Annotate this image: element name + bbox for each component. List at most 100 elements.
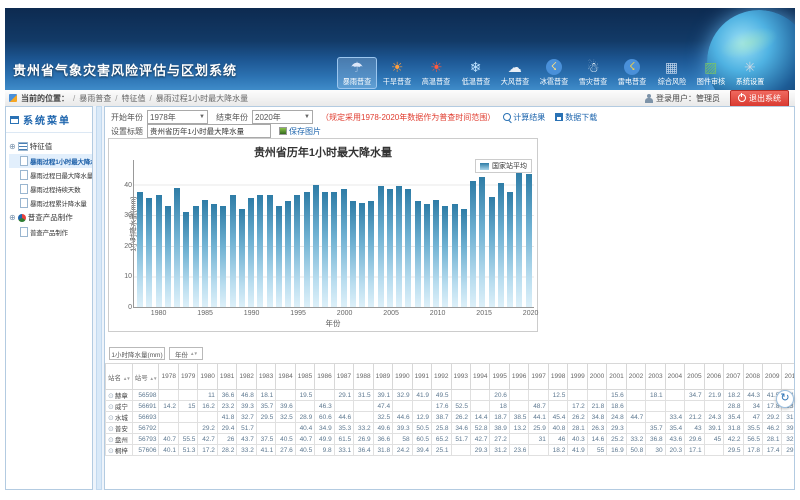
sidebar-item-label: 普查产品制作 [30,227,68,237]
calculate-label: 计算结果 [513,112,545,123]
toolbar-item-系统设置[interactable]: ✳系统设置 [731,57,769,89]
header-station-name[interactable]: 站名 ▲▼ [106,364,133,390]
header-year-1982[interactable]: 1982 [237,364,256,390]
value-cell-威宁-1988 [354,401,373,412]
save-image-button[interactable]: 保存图片 [279,126,321,137]
bar-1999 [331,192,337,307]
header-year-2010[interactable]: 2010 [782,364,795,390]
toolbar-item-综合风险[interactable]: ▦综合风险 [653,57,691,89]
header-year-2008[interactable]: 2008 [743,364,762,390]
sidebar-item-普查产品制作[interactable]: 普查产品制作 [9,225,92,239]
value-cell-水城-1987: 44.6 [334,412,353,423]
data-download-button[interactable]: 数据下载 [555,112,597,123]
sidebar-collapse-handle[interactable] [96,106,102,490]
header-year-2009[interactable]: 2009 [763,364,782,390]
header-year-1983[interactable]: 1983 [256,364,275,390]
header-year-1994[interactable]: 1994 [470,364,489,390]
metric-filter-button[interactable]: 1小时降水量(mm) [109,347,165,360]
logout-button[interactable]: 退出系统 [730,90,789,107]
station-name-cell[interactable]: ⊙水城 [106,412,133,423]
value-cell-盘州-1987: 61.5 [334,434,353,445]
toolbar-item-大风普查[interactable]: ☁大风普查 [496,57,534,89]
header-year-1995[interactable]: 1995 [490,364,509,390]
header-year-2004[interactable]: 2004 [665,364,684,390]
sidebar-item-暴雨过程日最大降水量[interactable]: 暴雨过程日最大降水量 [9,168,92,182]
header-station-id[interactable]: 站号 ▲▼ [132,364,159,390]
header-year-2006[interactable]: 2006 [704,364,723,390]
header-year-1980[interactable]: 1980 [198,364,217,390]
toolbar-item-雪灾普查[interactable]: ☃雪灾普查 [574,57,612,89]
row-expander-icon[interactable]: ⊙ [108,393,114,400]
header-year-1988[interactable]: 1988 [354,364,373,390]
year-sort-button[interactable]: 年份 ▲▼ [169,347,203,360]
value-cell-盘州-1993: 51.7 [451,434,470,445]
row-expander-icon[interactable]: ⊙ [108,437,114,444]
header-year-1992[interactable]: 1992 [432,364,451,390]
header-year-2000[interactable]: 2000 [587,364,606,390]
header-year-2001[interactable]: 2001 [607,364,626,390]
breadcrumb-item-1[interactable]: 暴雨普查 [79,93,111,104]
header-year-1979[interactable]: 1979 [178,364,197,390]
value-cell-水城-1984: 32.5 [276,412,295,423]
station-name-cell[interactable]: ⊙赫章 [106,390,133,401]
header-year-1978[interactable]: 1978 [159,364,178,390]
toolbar-item-冰雹普查[interactable]: ☇冰雹普查 [535,57,573,89]
header-year-1991[interactable]: 1991 [412,364,431,390]
header-year-2007[interactable]: 2007 [724,364,743,390]
header-year-2002[interactable]: 2002 [626,364,645,390]
toolbar-item-干旱普查[interactable]: ☀干旱普查 [378,57,416,89]
refresh-button[interactable]: ↻ [776,390,794,408]
header-year-2005[interactable]: 2005 [685,364,704,390]
header-year-1990[interactable]: 1990 [393,364,412,390]
value-cell-盘州-2004: 43.6 [665,434,684,445]
calculate-button[interactable]: 计算结果 [503,112,545,123]
header-year-1987[interactable]: 1987 [334,364,353,390]
header-year-1986[interactable]: 1986 [315,364,334,390]
header-year-1989[interactable]: 1989 [373,364,392,390]
bar-1995 [294,195,300,307]
start-year-select[interactable]: 1978年 ▼ [147,110,208,124]
header-year-1984[interactable]: 1984 [276,364,295,390]
toolbar-item-暴雨普查[interactable]: ☂暴雨普查 [337,57,377,89]
value-cell-盘州-1984: 40.5 [276,434,295,445]
station-name-cell[interactable]: ⊙盘州 [106,434,133,445]
header-year-2003[interactable]: 2003 [646,364,665,390]
row-expander-icon[interactable]: ⊙ [108,404,114,411]
location-icon [9,94,17,102]
station-name-cell[interactable]: ⊙普安 [106,423,133,434]
bar-2012 [452,204,458,307]
header-year-1985[interactable]: 1985 [295,364,314,390]
value-cell-赫章-2007: 18.2 [724,390,743,401]
sidebar-item-暴雨过程持续天数[interactable]: 暴雨过程持续天数 [9,182,92,196]
header-year-1998[interactable]: 1998 [548,364,567,390]
toolbar-item-雷电普查[interactable]: ☇雷电普查 [613,57,651,89]
station-name-cell[interactable]: ⊙桐梓 [106,445,133,456]
header-year-1999[interactable]: 1999 [568,364,587,390]
header-year-1993[interactable]: 1993 [451,364,470,390]
chart-title-input[interactable] [147,124,271,138]
breadcrumb-item-2[interactable]: 特征值 [121,93,145,104]
header-year-1996[interactable]: 1996 [509,364,528,390]
row-expander-icon[interactable]: ⊙ [108,448,114,455]
row-expander-icon[interactable]: ⊙ [108,426,114,433]
header-year-1997[interactable]: 1997 [529,364,548,390]
bar-1989 [239,209,245,307]
breadcrumb-item-3[interactable]: 暴雨过程1小时最大降水量 [156,93,248,104]
toolbar-item-图件审核[interactable]: ▨图件审核 [692,57,730,89]
toolbar-item-label: 雷电普查 [618,76,647,86]
toolbar-item-低温普查[interactable]: ❄低温普查 [457,57,495,89]
station-name-cell[interactable]: ⊙威宁 [106,401,133,412]
row-expander-icon[interactable]: ⊙ [108,415,114,422]
sidebar-group-普查产品制作[interactable]: ⊕普查产品制作 [9,210,92,225]
value-cell-桐梓-1995: 31.2 [490,445,509,456]
header-year-1981[interactable]: 1981 [217,364,236,390]
toolbar-item-高温普查[interactable]: ☀高温普查 [417,57,455,89]
chart-legend[interactable]: 国家站平均 [475,159,532,173]
breadcrumb-separator: / [73,94,75,103]
sidebar-item-暴雨过程1小时最大降水量[interactable]: 暴雨过程1小时最大降水量 [9,154,92,168]
sidebar-item-暴雨过程累计降水量[interactable]: 暴雨过程累计降水量 [9,196,92,210]
tree-expander-icon[interactable]: ⊕ [9,214,16,222]
end-year-select[interactable]: 2020年 ▼ [252,110,313,124]
sidebar-group-特征值[interactable]: ⊕特征值 [9,139,92,154]
tree-expander-icon[interactable]: ⊕ [9,143,16,151]
